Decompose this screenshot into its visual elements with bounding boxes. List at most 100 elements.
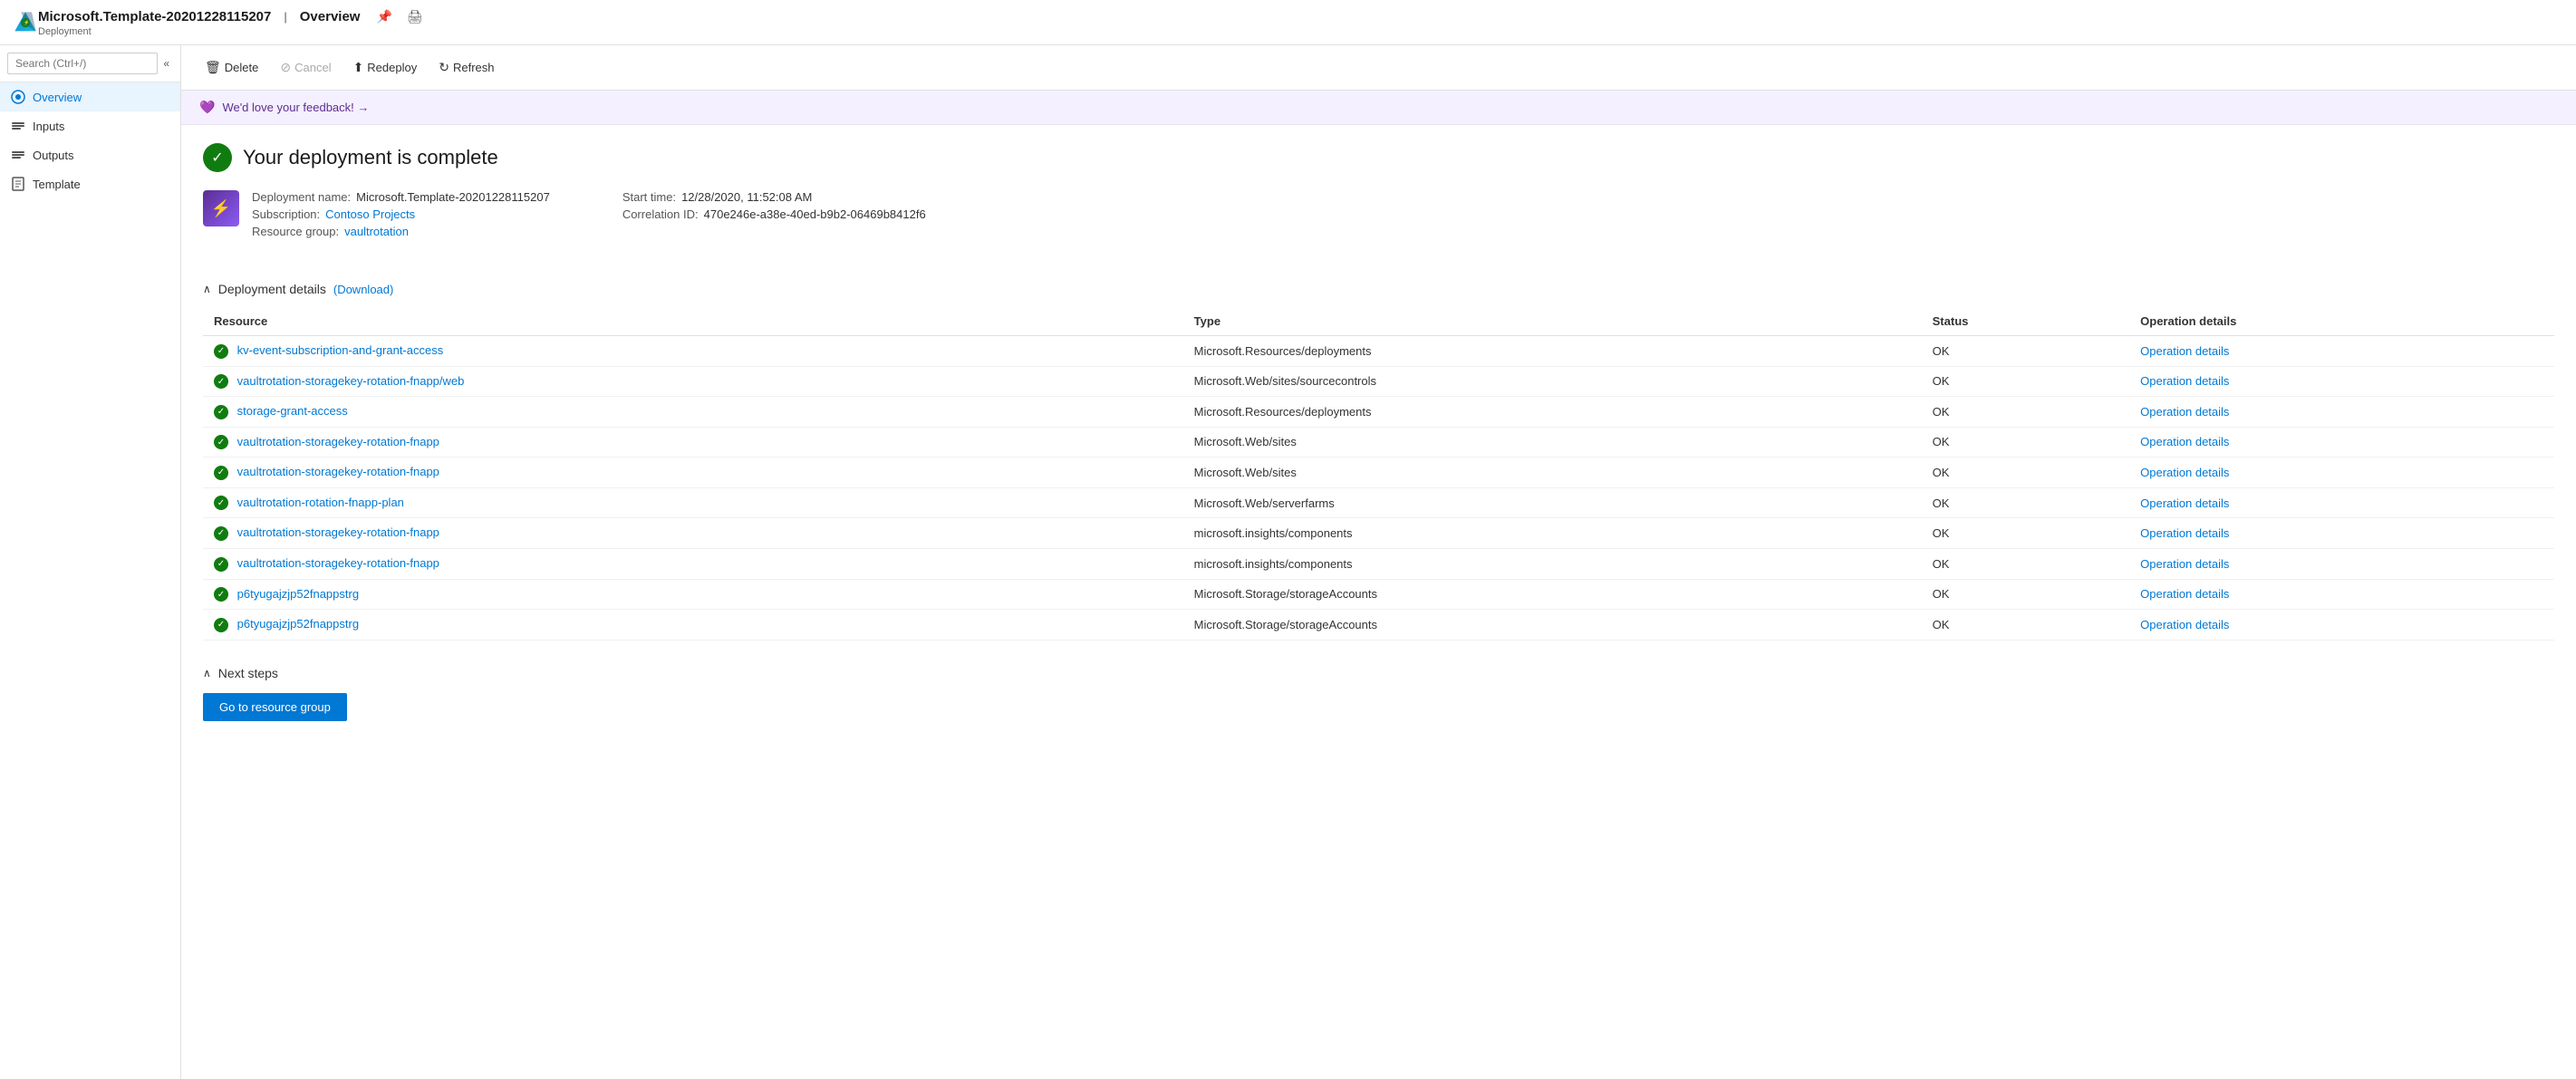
deploy-subscription-link[interactable]: Contoso Projects	[325, 207, 415, 221]
operation-details-link[interactable]: Operation details	[2140, 496, 2229, 510]
resource-cell: ✓ vaultrotation-storagekey-rotation-fnap…	[203, 366, 1183, 397]
operation-details-link[interactable]: Operation details	[2140, 344, 2229, 358]
type-cell: Microsoft.Resources/deployments	[1183, 397, 1922, 428]
row-status-icon: ✓	[214, 618, 228, 632]
next-steps-toggle[interactable]: ∧	[203, 667, 211, 679]
next-steps-header: ∧ Next steps	[203, 666, 2554, 680]
resource-link[interactable]: kv-event-subscription-and-grant-access	[237, 343, 444, 357]
resource-cell: ✓ storage-grant-access	[203, 397, 1183, 428]
sidebar-item-label-inputs: Inputs	[33, 120, 64, 133]
deployment-complete-title: Your deployment is complete	[243, 146, 498, 169]
deploy-starttime-value: 12/28/2020, 11:52:08 AM	[681, 190, 812, 204]
operation-details-link[interactable]: Operation details	[2140, 618, 2229, 631]
operation-cell: Operation details	[2129, 427, 2554, 458]
pin-icon[interactable]: 📌	[372, 7, 395, 26]
resource-link[interactable]: vaultrotation-storagekey-rotation-fnapp	[237, 525, 439, 539]
operation-cell: Operation details	[2129, 458, 2554, 488]
resource-cell: ✓ p6tyugajzjp52fnappstrg	[203, 610, 1183, 641]
deployment-table: Resource Type Status Operation details ✓…	[203, 307, 2554, 641]
row-status-icon: ✓	[214, 374, 228, 389]
deploy-correlation-value: 470e246e-a38e-40ed-b9b2-06469b8412f6	[704, 207, 926, 221]
operation-details-link[interactable]: Operation details	[2140, 526, 2229, 540]
deploy-rg-label: Resource group:	[252, 225, 339, 238]
row-status-icon: ✓	[214, 435, 228, 449]
sidebar-item-inputs[interactable]: Inputs	[0, 111, 180, 140]
table-row: ✓ vaultrotation-storagekey-rotation-fnap…	[203, 427, 2554, 458]
sidebar-item-template[interactable]: Template	[0, 169, 180, 198]
print-icon[interactable]: 🖨	[403, 7, 427, 26]
status-cell: OK	[1922, 366, 2130, 397]
table-row: ✓ vaultrotation-rotation-fnapp-plan Micr…	[203, 487, 2554, 518]
type-cell: Microsoft.Resources/deployments	[1183, 336, 1922, 367]
feedback-icon: 💜	[199, 100, 215, 115]
operation-details-link[interactable]: Operation details	[2140, 435, 2229, 448]
row-status-icon: ✓	[214, 557, 228, 572]
sidebar-item-label-overview: Overview	[33, 91, 82, 104]
inputs-icon	[11, 119, 25, 133]
operation-cell: Operation details	[2129, 518, 2554, 549]
cancel-button[interactable]: ⊘ Cancel	[271, 54, 340, 81]
delete-button[interactable]: 🗑 Delete	[196, 54, 267, 81]
resource-link[interactable]: p6tyugajzjp52fnappstrg	[237, 587, 359, 601]
collapse-button[interactable]: «	[159, 53, 173, 73]
status-cell: OK	[1922, 427, 2130, 458]
redeploy-button[interactable]: ⬆ Redeploy	[344, 54, 427, 81]
template-icon	[11, 177, 25, 191]
download-link[interactable]: (Download)	[333, 283, 393, 296]
search-input[interactable]	[7, 53, 158, 74]
col-resource: Resource	[203, 307, 1183, 336]
operation-details-link[interactable]: Operation details	[2140, 466, 2229, 479]
operation-details-link[interactable]: Operation details	[2140, 374, 2229, 388]
page-section: Overview	[300, 9, 361, 24]
feedback-text: We'd love your feedback! →	[222, 101, 369, 114]
refresh-button[interactable]: ↻ Refresh	[429, 54, 503, 81]
content-area: 🗑 Delete ⊘ Cancel ⬆ Redeploy ↻ Refresh 💜…	[181, 45, 2576, 1079]
sidebar-item-outputs[interactable]: Outputs	[0, 140, 180, 169]
row-status-icon: ✓	[214, 466, 228, 480]
deploy-name-value: Microsoft.Template-20201228115207	[356, 190, 550, 204]
azure-icon: ⚡	[13, 10, 38, 35]
deploy-starttime-label: Start time:	[622, 190, 676, 204]
operation-cell: Operation details	[2129, 610, 2554, 641]
status-cell: OK	[1922, 579, 2130, 610]
resource-link[interactable]: vaultrotation-rotation-fnapp-plan	[237, 496, 404, 509]
operation-cell: Operation details	[2129, 487, 2554, 518]
feedback-bar[interactable]: 💜 We'd love your feedback! →	[181, 91, 2576, 125]
details-toggle-button[interactable]: ∧	[203, 283, 211, 295]
type-cell: microsoft.insights/components	[1183, 548, 1922, 579]
resource-link[interactable]: vaultrotation-storagekey-rotation-fnapp	[237, 556, 439, 570]
resource-cell: ✓ vaultrotation-storagekey-rotation-fnap…	[203, 427, 1183, 458]
operation-details-link[interactable]: Operation details	[2140, 587, 2229, 601]
table-row: ✓ p6tyugajzjp52fnappstrg Microsoft.Stora…	[203, 610, 2554, 641]
next-steps-section: ∧ Next steps Go to resource group	[203, 666, 2554, 721]
sidebar-item-label-template: Template	[33, 178, 81, 191]
table-row: ✓ vaultrotation-storagekey-rotation-fnap…	[203, 548, 2554, 579]
operation-details-link[interactable]: Operation details	[2140, 557, 2229, 571]
status-cell: OK	[1922, 610, 2130, 641]
resource-link[interactable]: vaultrotation-storagekey-rotation-fnapp/…	[237, 374, 465, 388]
col-operation-details: Operation details	[2129, 307, 2554, 336]
deploy-info-right: Start time: 12/28/2020, 11:52:08 AM Corr…	[622, 190, 926, 238]
deploy-rg-link[interactable]: vaultrotation	[344, 225, 409, 238]
title-separator: |	[284, 10, 286, 24]
redeploy-label: Redeploy	[367, 61, 417, 74]
delete-icon: 🗑	[205, 60, 221, 75]
deploy-starttime-row: Start time: 12/28/2020, 11:52:08 AM	[622, 190, 926, 204]
sidebar-item-overview[interactable]: Overview	[0, 82, 180, 111]
refresh-icon: ↻	[439, 60, 449, 75]
resource-link[interactable]: vaultrotation-storagekey-rotation-fnapp	[237, 435, 439, 448]
row-status-icon: ✓	[214, 526, 228, 541]
redeploy-icon: ⬆	[353, 60, 364, 75]
sidebar-item-label-outputs: Outputs	[33, 149, 74, 162]
go-to-resource-group-button[interactable]: Go to resource group	[203, 693, 347, 721]
sidebar-search-container: «	[0, 45, 180, 82]
deploy-subscription-row: Subscription: Contoso Projects	[252, 207, 550, 221]
operation-details-link[interactable]: Operation details	[2140, 405, 2229, 419]
resource-link[interactable]: vaultrotation-storagekey-rotation-fnapp	[237, 465, 439, 478]
status-cell: OK	[1922, 336, 2130, 367]
resource-link[interactable]: p6tyugajzjp52fnappstrg	[237, 617, 359, 631]
resource-link[interactable]: storage-grant-access	[237, 404, 348, 418]
deploy-info-left: Deployment name: Microsoft.Template-2020…	[252, 190, 550, 238]
operation-cell: Operation details	[2129, 366, 2554, 397]
next-steps-label: Next steps	[218, 666, 278, 680]
